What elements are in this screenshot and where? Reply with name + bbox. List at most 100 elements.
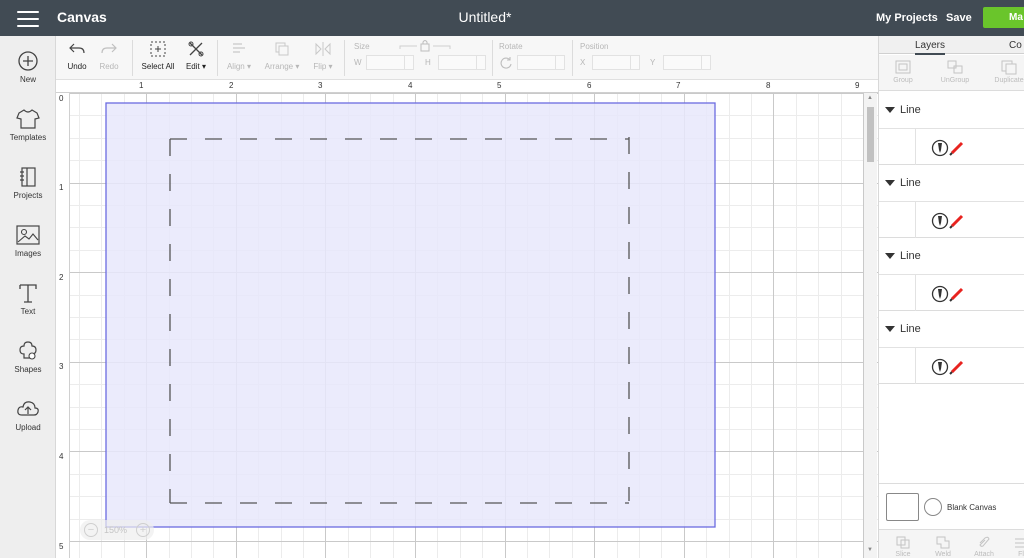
sidebar-item-upload[interactable]: Upload	[0, 398, 56, 450]
layer-header[interactable]: Line	[885, 323, 921, 335]
my-projects-link[interactable]: My Projects	[876, 12, 938, 24]
duplicate-icon	[1001, 60, 1017, 75]
x-position-input[interactable]	[592, 55, 640, 70]
flip-label: Flip	[313, 62, 327, 71]
chevron-down-icon: ▾	[293, 62, 300, 71]
weld-button[interactable]: Weld	[929, 535, 957, 558]
layer-header[interactable]: Line	[885, 177, 921, 189]
attach-label: Attach	[974, 551, 994, 558]
select-all-label: Select All	[141, 62, 175, 71]
select-all-icon	[150, 41, 166, 57]
height-stepper[interactable]	[476, 56, 485, 69]
x-stepper[interactable]	[630, 56, 639, 69]
layer-group[interactable]: Line	[879, 165, 1024, 238]
toolbar-divider	[217, 40, 218, 76]
make-it-button[interactable]: Ma	[983, 7, 1024, 28]
ruler-label: 1	[139, 81, 144, 90]
ruler-label: 9	[855, 81, 860, 90]
layer-header[interactable]: Line	[885, 250, 921, 262]
ruler-label: 0	[59, 94, 64, 103]
layer-header[interactable]: Line	[885, 104, 921, 116]
rotate-stepper[interactable]	[555, 56, 564, 69]
canvas-color-swatch[interactable]	[886, 493, 919, 521]
collapse-triangle-icon[interactable]	[885, 253, 895, 260]
height-input[interactable]	[438, 55, 486, 70]
chevron-down-icon: ▾	[199, 62, 207, 71]
divider	[915, 348, 916, 384]
y-stepper[interactable]	[701, 56, 710, 69]
ruler-label: 4	[59, 452, 64, 461]
ruler-label: 6	[587, 81, 592, 90]
ruler-label: 7	[676, 81, 681, 90]
toolbar-divider	[344, 40, 345, 76]
undo-button[interactable]: Undo	[64, 40, 90, 71]
sidebar-item-new[interactable]: New	[0, 50, 56, 102]
ruler-label: 3	[318, 81, 323, 90]
visibility-toggle-icon[interactable]	[924, 498, 942, 516]
rotate-input[interactable]	[517, 55, 565, 70]
zoom-in-button[interactable]: +	[136, 523, 150, 537]
attach-button[interactable]: Attach	[969, 535, 999, 558]
sidebar-item-projects[interactable]: Projects	[0, 166, 56, 218]
width-stepper[interactable]	[404, 56, 413, 69]
zoom-out-button[interactable]: −	[84, 523, 98, 537]
collapse-triangle-icon[interactable]	[885, 107, 895, 114]
flatten-button[interactable]: Fl	[1011, 535, 1024, 558]
group-button[interactable]: Group	[889, 59, 917, 84]
ungroup-button[interactable]: UnGroup	[937, 59, 973, 84]
layer-item[interactable]	[879, 274, 1024, 311]
redo-button[interactable]: Redo	[96, 40, 122, 71]
ungroup-label: UnGroup	[940, 77, 970, 84]
arrange-menu-button[interactable]: Arrange ▾	[260, 40, 304, 71]
sidebar-item-images[interactable]: Images	[0, 224, 56, 276]
tab-color-sync[interactable]: Co	[1009, 40, 1022, 51]
collapse-triangle-icon[interactable]	[885, 326, 895, 333]
sidebar-item-label: Upload	[15, 423, 41, 432]
flatten-icon	[1015, 538, 1024, 548]
divider	[915, 202, 916, 238]
edit-menu-button[interactable]: Edit ▾	[181, 40, 211, 71]
lock-icon[interactable]	[399, 39, 451, 53]
tab-layers[interactable]: Layers	[915, 40, 946, 55]
document-title[interactable]: Untitled*	[0, 9, 970, 25]
group-label: Group	[893, 77, 913, 84]
blank-canvas-row[interactable]: Blank Canvas	[879, 483, 1024, 529]
size-label: Size	[354, 42, 370, 51]
design-canvas[interactable]: 1 2 3 4 5 6 7 8 9 0 1 2 3 4 5 − 150% +	[56, 80, 878, 558]
sidebar-item-shapes[interactable]: Shapes	[0, 340, 56, 392]
scrollbar-thumb[interactable]	[867, 107, 874, 162]
ruler-label: 8	[766, 81, 771, 90]
cloud-upload-icon	[17, 401, 39, 416]
layer-group[interactable]: Line	[879, 238, 1024, 311]
collapse-triangle-icon[interactable]	[885, 180, 895, 187]
layer-group[interactable]: Line	[879, 311, 1024, 384]
save-button[interactable]: Save	[946, 12, 972, 24]
layer-item[interactable]	[879, 128, 1024, 165]
sidebar-item-label: Images	[14, 249, 42, 258]
layer-item[interactable]	[879, 347, 1024, 384]
y-position-input[interactable]	[663, 55, 711, 70]
flip-menu-button[interactable]: Flip ▾	[308, 40, 338, 71]
align-icon	[233, 43, 245, 53]
align-menu-button[interactable]: Align ▾	[223, 40, 255, 71]
edit-label: Edit	[185, 62, 200, 71]
width-input[interactable]	[366, 55, 414, 70]
select-all-button[interactable]: Select All	[138, 40, 178, 71]
scroll-up-arrow-icon[interactable]: ▲	[867, 95, 873, 101]
selection-bounding-box[interactable]	[105, 102, 716, 528]
undo-icon	[69, 43, 85, 54]
scroll-down-arrow-icon[interactable]: ▼	[867, 547, 873, 553]
sidebar-item-templates[interactable]: Templates	[0, 108, 56, 160]
panel-tabs: Layers Co	[879, 36, 1024, 55]
arrange-label: Arrange	[264, 62, 294, 71]
notebook-icon	[20, 167, 36, 187]
weld-icon	[936, 536, 950, 549]
sidebar-item-text[interactable]: Text	[0, 282, 56, 334]
chevron-down-icon: ▾	[326, 62, 333, 71]
duplicate-button[interactable]: Duplicate	[987, 59, 1024, 84]
slice-button[interactable]: Slice	[889, 535, 917, 558]
canvas-vertical-scrollbar[interactable]: ▲ ▼	[864, 93, 877, 558]
layer-item[interactable]	[879, 201, 1024, 238]
x-label: X	[580, 58, 586, 67]
layer-group[interactable]: Line	[879, 92, 1024, 165]
